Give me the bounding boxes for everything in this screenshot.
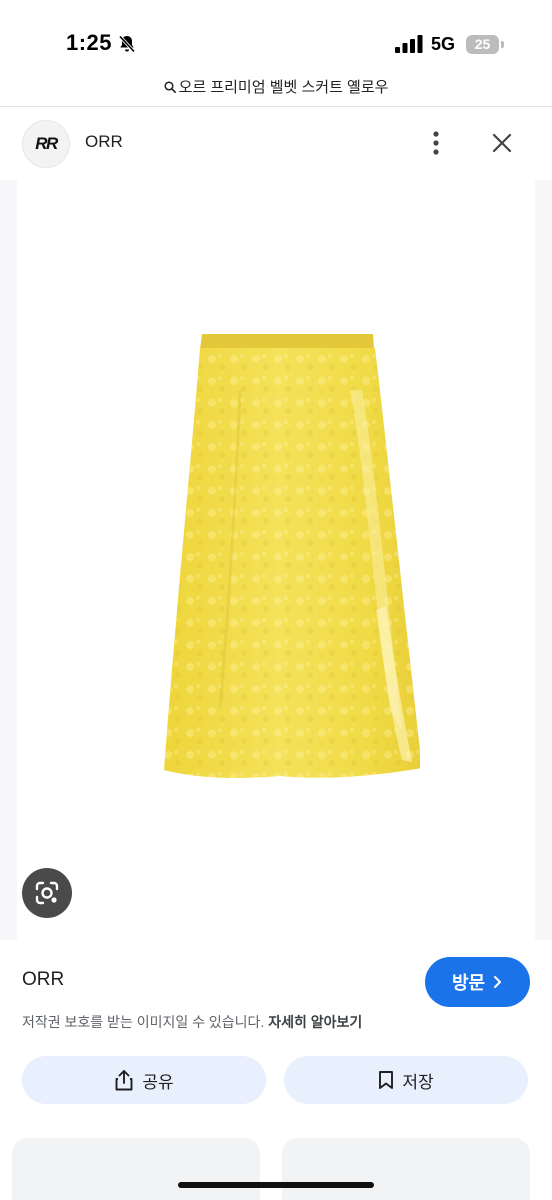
copyright-notice: 저작권 보호를 받는 이미지일 수 있습니다. 자세히 알아보기 [22, 1012, 362, 1032]
image-frame [17, 180, 535, 940]
image-viewer[interactable] [0, 180, 552, 940]
save-label: 저장 [402, 1072, 434, 1092]
share-button[interactable]: 공유 [22, 1056, 266, 1104]
chevron-right-icon [494, 976, 502, 988]
status-time: 1:25 [66, 30, 113, 55]
bookmark-icon [379, 1071, 394, 1089]
learn-more-link[interactable]: 자세히 알아보기 [268, 1014, 362, 1030]
battery-level: 25 [474, 36, 491, 52]
skirt-image [164, 334, 420, 778]
share-label: 공유 [142, 1072, 174, 1092]
search-icon [164, 81, 176, 94]
status-bar: 1:25 5G 25 [0, 0, 552, 80]
home-indicator[interactable] [178, 1182, 374, 1188]
site-name[interactable]: ORR [85, 132, 123, 152]
lens-icon [35, 881, 59, 905]
related-card[interactable] [12, 1138, 260, 1200]
related-card[interactable] [282, 1138, 530, 1200]
search-query-bar[interactable]: 오르 프리미엄 벨벳 스커트 옐로우 [0, 76, 552, 100]
source-name: ORR [22, 969, 65, 990]
visit-button[interactable]: 방문 [425, 957, 530, 1007]
visit-label: 방문 [451, 973, 486, 993]
divider [0, 106, 552, 107]
close-icon[interactable] [488, 129, 516, 157]
network-label: 5G [431, 34, 456, 54]
bell-slash-icon [118, 35, 136, 53]
battery-icon: 25 [466, 35, 504, 54]
search-query-text: 오르 프리미엄 벨벳 스커트 옐로우 [178, 79, 389, 96]
copyright-text: 저작권 보호를 받는 이미지일 수 있습니다. [22, 1014, 265, 1030]
more-vert-icon[interactable] [424, 128, 448, 158]
share-icon [115, 1070, 133, 1091]
site-logo[interactable]: RR [22, 120, 70, 168]
site-logo-text: RR [35, 134, 58, 153]
lens-button[interactable] [22, 868, 72, 918]
save-button[interactable]: 저장 [284, 1056, 528, 1104]
signal-bars-icon [395, 35, 423, 53]
